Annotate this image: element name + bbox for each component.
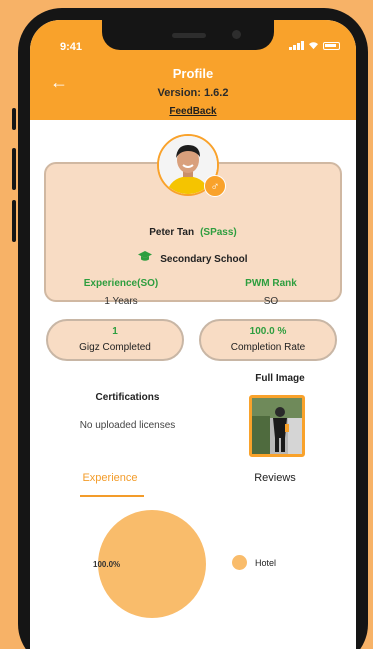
- tab-reviews[interactable]: Reviews: [235, 472, 315, 484]
- header-bar: 9:41 ← Profile Version: 1.6.2 FeedBack: [30, 20, 356, 120]
- pass-type: (SPass): [200, 227, 237, 238]
- education-label: Secondary School: [160, 254, 248, 265]
- experience-value: 1 Years: [104, 296, 138, 307]
- signal-icon: [289, 41, 304, 50]
- status-time: 9:41: [60, 41, 83, 53]
- camera: [232, 30, 241, 39]
- male-icon: ♂: [204, 175, 226, 197]
- gigz-completed-label: Gigz Completed: [79, 342, 151, 353]
- page-title: Profile: [172, 66, 214, 81]
- pie-chart: 100.0%: [90, 508, 215, 620]
- wifi-icon: [309, 42, 318, 50]
- full-image-thumbnail[interactable]: [249, 395, 305, 457]
- full-image-title: Full Image: [255, 373, 305, 384]
- status-icons: [289, 41, 340, 50]
- education-row: Secondary School: [46, 251, 340, 265]
- battery-icon: [323, 42, 340, 50]
- phone-side-button: [12, 108, 16, 130]
- completion-rate-pill: 100.0 % Completion Rate: [199, 319, 337, 361]
- rank-label: PWM Rank: [245, 278, 297, 289]
- pie-slice-label: 100.0%: [93, 560, 120, 569]
- tab-experience[interactable]: Experience: [70, 472, 150, 484]
- app-screen: 9:41 ← Profile Version: 1.6.2 FeedBack P…: [30, 20, 356, 649]
- feedback-link[interactable]: FeedBack: [30, 106, 356, 117]
- experience-label: Experience(SO): [83, 278, 159, 289]
- notch: [102, 20, 274, 50]
- version-label: Version: 1.6.2: [157, 87, 229, 99]
- completion-rate-label: Completion Rate: [230, 342, 306, 353]
- rank-value: SO: [263, 296, 279, 307]
- active-tab-indicator: [80, 495, 144, 497]
- rank-stat: PWM Rank SO: [201, 278, 341, 307]
- name-row: Peter Tan (SPass): [46, 227, 340, 238]
- chart-legend: Hotel: [232, 555, 276, 570]
- legend-swatch: [232, 555, 247, 570]
- speaker: [172, 33, 206, 38]
- user-name: Peter Tan: [149, 227, 195, 238]
- experience-stat: Experience(SO) 1 Years: [51, 278, 191, 307]
- phone-side-button: [12, 200, 16, 242]
- gigz-completed-value: 1: [112, 326, 118, 337]
- certifications-empty-text: No uploaded licenses: [79, 420, 176, 431]
- phone-side-button: [12, 148, 16, 190]
- graduation-cap-icon: [138, 251, 155, 265]
- gigz-completed-pill: 1 Gigz Completed: [46, 319, 184, 361]
- certifications-title: Certifications: [95, 392, 160, 403]
- legend-label: Hotel: [255, 557, 277, 568]
- completion-rate-value: 100.0 %: [249, 326, 287, 337]
